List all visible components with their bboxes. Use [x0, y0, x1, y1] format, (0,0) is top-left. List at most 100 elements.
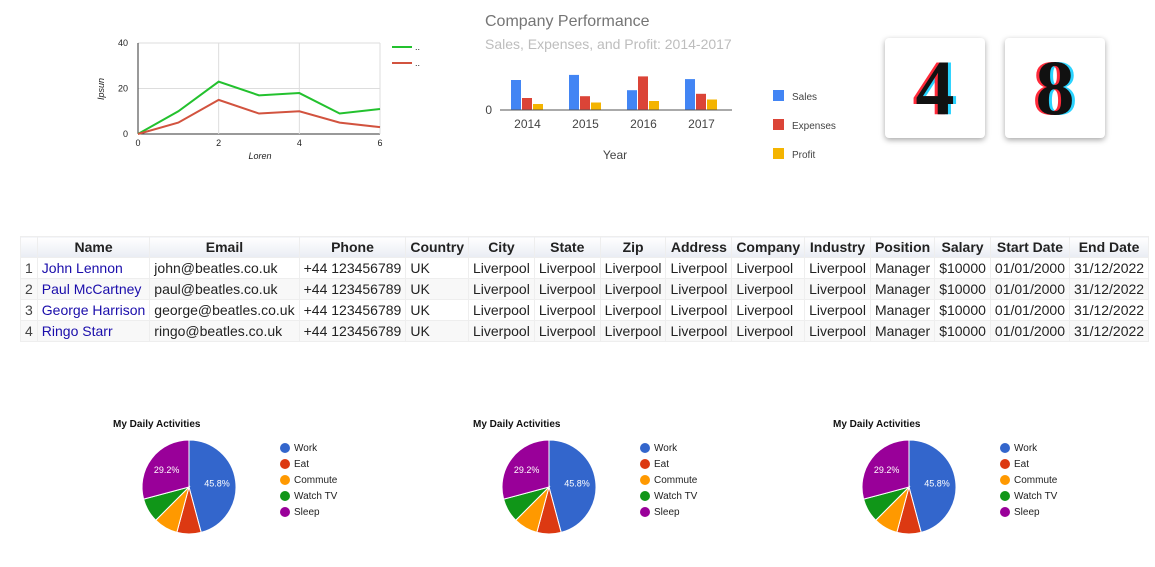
column-header-zip[interactable]: Zip — [599, 236, 667, 258]
table-row[interactable]: 1 John Lennon john@beatles.co.uk +44 123456… — [20, 257, 1150, 279]
bar-chart-zero-label: 0 — [485, 103, 492, 117]
legend-label: Watch TV — [1014, 490, 1058, 502]
cell-company: Liverpool — [731, 278, 806, 300]
cell-zip: Liverpool — [599, 320, 667, 342]
cell-company: Liverpool — [731, 299, 806, 321]
column-header-country[interactable]: Country — [405, 236, 469, 258]
column-header-name[interactable]: Name — [36, 236, 151, 258]
cell-address: Liverpool — [665, 257, 733, 279]
legend-item-work: Work — [280, 440, 337, 456]
legend-label: Work — [294, 442, 318, 454]
column-header-company[interactable]: Company — [731, 236, 806, 258]
legend-item-commute: Commute — [640, 472, 697, 488]
legend-label: Work — [1014, 442, 1038, 454]
pie-chart-title: My Daily Activities — [473, 419, 561, 430]
pie-slice-label: 29.2% — [874, 465, 900, 475]
pie-chart-legend: Work Eat Commute Watch TV Sleep — [640, 440, 697, 520]
cell-address: Liverpool — [665, 299, 733, 321]
bar-expenses-2015 — [580, 96, 590, 110]
pie-slice-label: 45.8% — [564, 478, 590, 488]
column-header-industry[interactable]: Industry — [804, 236, 871, 258]
bar-expenses-2017 — [696, 93, 706, 110]
bar-profit-2015 — [591, 102, 601, 110]
table-row[interactable]: 3 George Harrison george@beatles.co.uk +44 … — [20, 299, 1150, 321]
line-chart-legend: .. .. — [392, 42, 420, 68]
legend-swatch-expenses — [773, 119, 784, 130]
cell-phone: +44 123456789 — [298, 299, 407, 321]
legend-dot — [1000, 443, 1010, 453]
pie-chart-title: My Daily Activities — [113, 419, 201, 430]
cell-company: Liverpool — [731, 257, 806, 279]
cell-start-date: 01/01/2000 — [989, 257, 1071, 279]
column-header-salary[interactable]: Salary — [934, 236, 991, 258]
cell-phone: +44 123456789 — [298, 257, 407, 279]
legend-label-profit: Profit — [792, 150, 816, 161]
cell-position: Manager — [869, 299, 936, 321]
cell-email: john@beatles.co.uk — [149, 257, 300, 279]
cell-position: Manager — [869, 278, 936, 300]
bar-chart-xtick-label: 2017 — [688, 117, 715, 131]
row-number: 3 — [20, 299, 38, 321]
legend-item-work: Work — [640, 440, 697, 456]
bar-chart-xtick-label: 2015 — [572, 117, 599, 131]
cell-position: Manager — [869, 257, 936, 279]
name-link[interactable]: Paul McCartney — [42, 281, 142, 297]
legend-item-commute: Commute — [1000, 472, 1057, 488]
counter-card-1: 4 — [885, 38, 985, 138]
pie-chart-svg: 45.8% 29.2% — [501, 439, 597, 535]
line-chart-ylabel: Ipsun — [96, 78, 106, 100]
legend-label: Work — [654, 442, 678, 454]
legend-dot — [640, 459, 650, 469]
counter-card-2: 8 — [1005, 38, 1105, 138]
line-chart-series — [137, 80, 381, 135]
column-header-city[interactable]: City — [468, 236, 535, 258]
pie-chart-svg: 45.8% 29.2% — [861, 439, 957, 535]
bar-chart-bars — [511, 74, 717, 110]
cell-state: Liverpool — [533, 278, 601, 300]
pie-chart-1: My Daily Activities 45.8% 29.2% Work Eat Comm… — [113, 418, 373, 558]
cell-address: Liverpool — [665, 320, 733, 342]
table-header-row: Name Email Phone Country City State Zip Address… — [20, 236, 1150, 258]
cell-end-date: 31/12/2022 — [1068, 257, 1150, 279]
cell-end-date: 31/12/2022 — [1068, 278, 1150, 300]
legend-dot — [1000, 459, 1010, 469]
counter-digit-2: 8 — [1035, 44, 1075, 131]
column-header-position[interactable]: Position — [869, 236, 936, 258]
cell-email: ringo@beatles.co.uk — [149, 320, 300, 342]
cell-city: Liverpool — [468, 278, 535, 300]
cell-end-date: 31/12/2022 — [1068, 299, 1150, 321]
bar-sales-2014 — [511, 80, 521, 110]
cell-industry: Liverpool — [804, 320, 871, 342]
column-header-phone[interactable]: Phone — [298, 236, 407, 258]
table-row[interactable]: 2 Paul McCartney paul@beatles.co.uk +44 123… — [20, 278, 1150, 300]
column-header-email[interactable]: Email — [149, 236, 300, 258]
legend-dot — [280, 475, 290, 485]
column-header-end-date[interactable]: End Date — [1068, 236, 1150, 258]
legend-item-watch-tv: Watch TV — [640, 488, 697, 504]
name-link[interactable]: John Lennon — [42, 260, 123, 276]
legend-item-eat: Eat — [280, 456, 337, 472]
table-row[interactable]: 4 Ringo Starr ringo@beatles.co.uk +44 12345… — [20, 320, 1150, 342]
bar-profit-2014 — [533, 104, 543, 110]
cell-state: Liverpool — [533, 320, 601, 342]
legend-dot — [280, 459, 290, 469]
cell-name: George Harrison — [36, 299, 151, 321]
bar-chart: 0 2014 2015 2016 2017 Year Sales Expenses Pro… — [485, 74, 836, 162]
pie-slice-label: 45.8% — [924, 478, 950, 488]
cell-country: UK — [405, 278, 469, 300]
cell-salary: $10000 — [934, 257, 991, 279]
name-link[interactable]: Ringo Starr — [42, 323, 113, 339]
legend-dot — [640, 491, 650, 501]
column-header-state[interactable]: State — [533, 236, 601, 258]
cell-end-date: 31/12/2022 — [1068, 320, 1150, 342]
row-number: 2 — [20, 278, 38, 300]
column-header-address[interactable]: Address — [665, 236, 733, 258]
legend-label: Eat — [294, 458, 310, 470]
line-chart-ytick-label: 0 — [123, 129, 128, 139]
bar-chart-xlabel: Year — [603, 148, 627, 162]
row-number: 4 — [20, 320, 38, 342]
name-link[interactable]: George Harrison — [42, 302, 146, 318]
cell-email: george@beatles.co.uk — [149, 299, 300, 321]
column-header-start-date[interactable]: Start Date — [989, 236, 1071, 258]
cell-salary: $10000 — [934, 320, 991, 342]
